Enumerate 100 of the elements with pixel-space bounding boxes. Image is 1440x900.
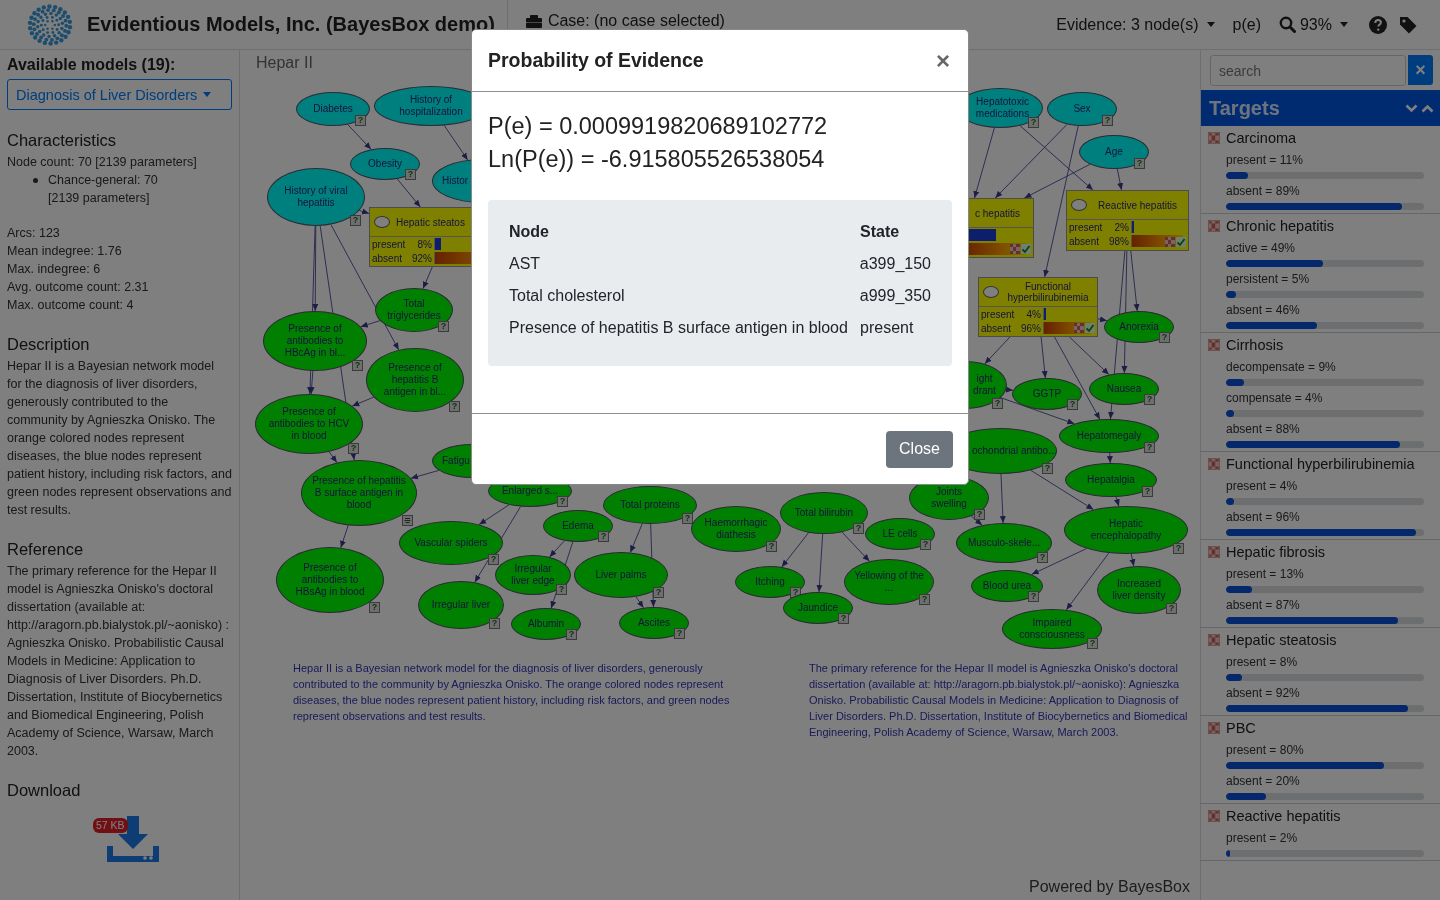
evidence-dropdown[interactable]: Evidence: 3 node(s): [1047, 15, 1224, 34]
help-badge[interactable]: ?: [853, 523, 864, 534]
network-node[interactable]: Presence of hepatitis B surface antigen in blood: [301, 460, 417, 526]
help-badge[interactable]: ?: [919, 594, 930, 605]
logo-icon: [27, 1, 73, 48]
help-badge[interactable]: ?: [674, 628, 685, 639]
help-badge[interactable]: ?: [556, 584, 567, 595]
state-label: present: [371, 238, 407, 250]
state-label: present = 11%: [1226, 152, 1304, 168]
help-badge[interactable]: ?: [557, 496, 568, 507]
check-icon[interactable]: [1176, 237, 1186, 247]
help-badge[interactable]: ?: [974, 509, 985, 520]
caret-icon: [1206, 22, 1215, 27]
target-icon[interactable]: [1208, 809, 1220, 822]
help-badge[interactable]: ?: [566, 629, 577, 640]
bullet-icon: [33, 178, 38, 183]
chevron-up-icon[interactable]: [1421, 103, 1434, 113]
clear-search-button[interactable]: ×: [1408, 55, 1433, 85]
target-icon[interactable]: [1208, 338, 1220, 351]
help-badge[interactable]: ?: [1142, 486, 1153, 497]
help-badge[interactable]: ?: [1102, 115, 1113, 126]
tag-icon[interactable]: [1399, 15, 1418, 34]
stat-text: Max. outcome count: 4: [7, 297, 135, 314]
help-badge[interactable]: ?: [369, 602, 380, 613]
help-badge[interactable]: ?: [1067, 399, 1078, 410]
help-badge[interactable]: ?: [1028, 117, 1039, 128]
help-badge[interactable]: ?: [920, 539, 931, 550]
help-badge[interactable]: ?: [352, 360, 363, 371]
help-badge[interactable]: ?: [1042, 463, 1053, 474]
close-button[interactable]: Close: [886, 430, 953, 468]
help-badge[interactable]: ?: [1173, 543, 1184, 554]
help-badge[interactable]: ?: [598, 531, 609, 542]
case-selector[interactable]: Case: (no case selected): [525, 12, 725, 29]
help-badge[interactable]: ?: [489, 618, 500, 629]
help-badge[interactable]: ?: [438, 321, 449, 332]
help-badge[interactable]: ?: [355, 115, 366, 126]
check-icon[interactable]: [1021, 244, 1031, 254]
state-label: absent = 88%: [1226, 421, 1301, 437]
state-circle-icon: [1071, 199, 1087, 211]
column-header: State: [860, 222, 901, 242]
target-icon[interactable]: [1074, 323, 1084, 333]
edge-arrow: [1113, 496, 1120, 507]
section-heading: Reference: [7, 539, 85, 559]
target-name: Hepatic fibrosis: [1226, 543, 1326, 560]
node-count-text: Node count: 70 [2139 parameters]: [7, 154, 198, 171]
target-icon[interactable]: [1165, 237, 1175, 247]
help-badge[interactable]: ?: [1134, 158, 1145, 169]
help-badge[interactable]: ?: [1144, 394, 1155, 405]
help-badge[interactable]: ?: [350, 215, 361, 226]
target-icon[interactable]: [1208, 633, 1220, 646]
help-badge[interactable]: ?: [1028, 591, 1039, 602]
help-badge[interactable]: ?: [682, 513, 693, 524]
target-icon[interactable]: [1208, 131, 1220, 144]
target-icon[interactable]: [1208, 721, 1220, 734]
check-icon[interactable]: [1085, 323, 1095, 333]
state-value: 92%: [411, 252, 433, 264]
stat-text: Mean indegree: 1.76: [7, 243, 123, 260]
target-icon[interactable]: [1208, 545, 1220, 558]
search-field[interactable]: search: [1210, 55, 1406, 86]
help-icon[interactable]: [1369, 15, 1387, 34]
help-badge[interactable]: ?: [1087, 638, 1098, 649]
help-badge[interactable]: ?: [348, 443, 359, 454]
help-badge[interactable]: ?: [1037, 552, 1048, 563]
state-circle-icon: [374, 216, 390, 228]
help-badge[interactable]: ?: [1144, 442, 1155, 453]
reference-text: The primary reference for the Hepar II model is Agnieszka Onisko's doctoral dissertation (available at: http://aragorn.pb.bialystok.pl/~aonisko) : Agnieszka Onisko. Probabilistic Causal Models in Medicine: Application to Diagnosis of Liver Disorders. Ph.D. Dissertation, Institute of Biocybernetics and Biomedical Engineering, Polish Academy of Science, Warsaw, March 2003.: [7, 563, 230, 760]
close-button[interactable]: ×: [934, 50, 952, 71]
help-badge[interactable]: ?: [992, 398, 1003, 409]
disease-node[interactable]: Functional hyperbilirubinemia present 4% absent 96%: [978, 277, 1098, 337]
pe-button[interactable]: p(e): [1223, 15, 1270, 34]
help-badge[interactable]: ?: [405, 169, 416, 180]
model-dropdown[interactable]: Diagnosis of Liver Disorders: [7, 79, 232, 110]
help-badge[interactable]: ?: [1159, 332, 1170, 343]
state-value: 8%: [416, 238, 433, 250]
chevron-down-icon[interactable]: [1405, 103, 1418, 113]
help-badge[interactable]: ?: [1166, 603, 1177, 614]
table-cell-text: Total cholesterol: [509, 286, 626, 306]
disease-node[interactable]: Reactive hepatitis present 2% absent 98%: [1066, 190, 1189, 251]
stat-text: Max. indegree: 6: [7, 261, 102, 278]
help-badge[interactable]: ?: [653, 587, 664, 598]
models-heading: Available models (19):: [7, 55, 177, 75]
target-name: PBC: [1226, 719, 1256, 736]
zoom-dropdown[interactable]: 93%: [1269, 15, 1357, 34]
list-icon[interactable]: [402, 515, 413, 526]
stat-text: Arcs: 123: [7, 225, 61, 242]
edge-arrow: [1005, 386, 1014, 393]
state-label: absent = 87%: [1226, 597, 1301, 613]
help-badge[interactable]: ?: [449, 401, 460, 412]
table-cell-text: a399_150: [859, 254, 931, 274]
state-label: compensate = 4%: [1226, 390, 1324, 406]
table-cell-text: a999_350: [859, 286, 931, 306]
table-cell-text: present: [860, 318, 915, 338]
target-icon[interactable]: [1208, 219, 1220, 232]
download-icon[interactable]: [107, 816, 159, 864]
target-icon[interactable]: [1010, 244, 1020, 254]
help-badge[interactable]: ?: [488, 554, 499, 565]
help-badge[interactable]: ?: [838, 613, 849, 624]
target-icon[interactable]: [1208, 457, 1220, 470]
help-badge[interactable]: ?: [766, 541, 777, 552]
target-name: Carcinoma: [1226, 129, 1297, 146]
